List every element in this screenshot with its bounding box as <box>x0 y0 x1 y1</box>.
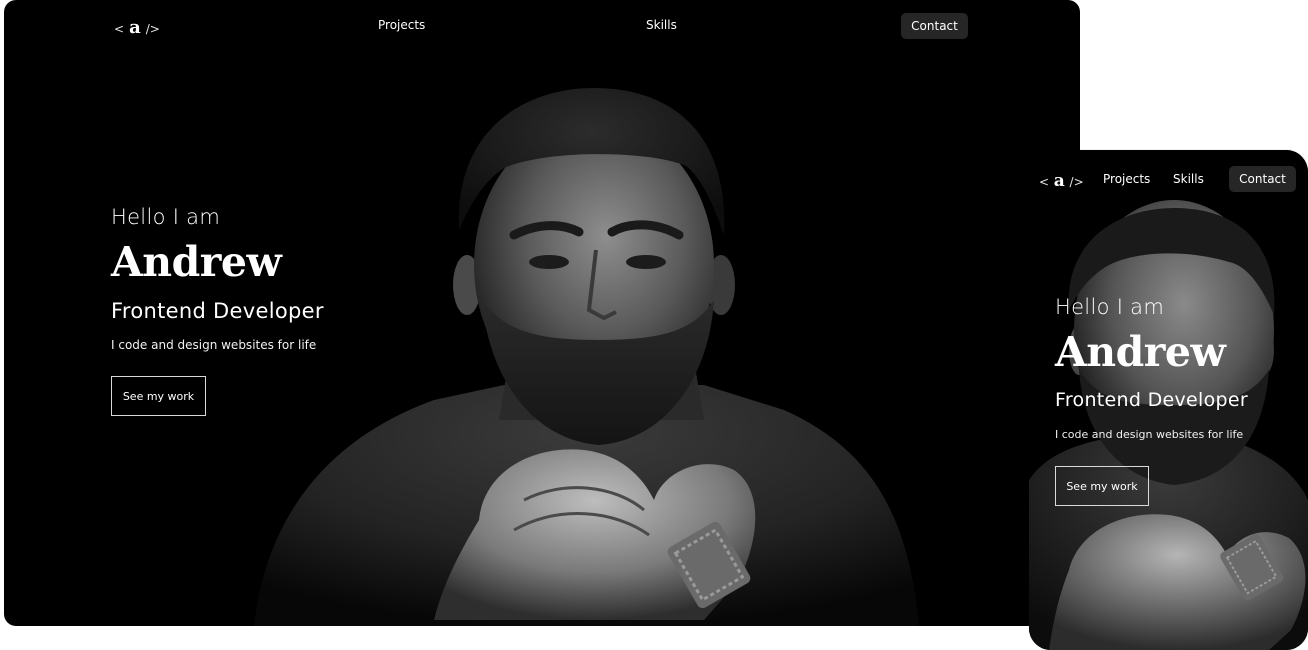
logo-letter: a <box>129 17 141 38</box>
nav-skills-link[interactable]: Skills <box>646 18 677 32</box>
logo-close-bracket: /> <box>145 22 160 36</box>
hero-tagline-mobile: I code and design websites for life <box>1055 428 1244 441</box>
site-logo-mobile[interactable]: < a /> <box>1039 171 1084 191</box>
hero-name-mobile: Andrew <box>1055 328 1226 376</box>
nav-skills-link-mobile[interactable]: Skills <box>1173 172 1204 186</box>
hero-greeting: Hello I am <box>111 205 221 229</box>
contact-button-mobile[interactable]: Contact <box>1229 166 1296 192</box>
logo-open-bracket: < <box>1039 175 1050 189</box>
logo-letter: a <box>1053 171 1065 191</box>
contact-button[interactable]: Contact <box>901 13 968 39</box>
hero-role-mobile: Frontend Developer <box>1055 389 1249 411</box>
nav-projects-link[interactable]: Projects <box>378 18 425 32</box>
nav-projects-link-mobile[interactable]: Projects <box>1103 172 1150 186</box>
hero-role: Frontend Developer <box>111 299 324 323</box>
logo-open-bracket: < <box>114 22 125 36</box>
hero-greeting-mobile: Hello I am <box>1055 295 1165 319</box>
logo-close-bracket: /> <box>1069 175 1084 189</box>
mobile-preview: < a /> Projects Skills Contact Hello I a… <box>1029 150 1308 650</box>
site-logo[interactable]: < a /> <box>114 17 160 38</box>
see-my-work-button[interactable]: See my work <box>111 376 206 416</box>
hero-tagline: I code and design websites for life <box>111 338 317 352</box>
see-my-work-button-mobile[interactable]: See my work <box>1055 466 1149 506</box>
hero-name: Andrew <box>111 238 282 286</box>
desktop-preview: < a /> Projects Skills Contact Hello I a… <box>4 0 1080 626</box>
